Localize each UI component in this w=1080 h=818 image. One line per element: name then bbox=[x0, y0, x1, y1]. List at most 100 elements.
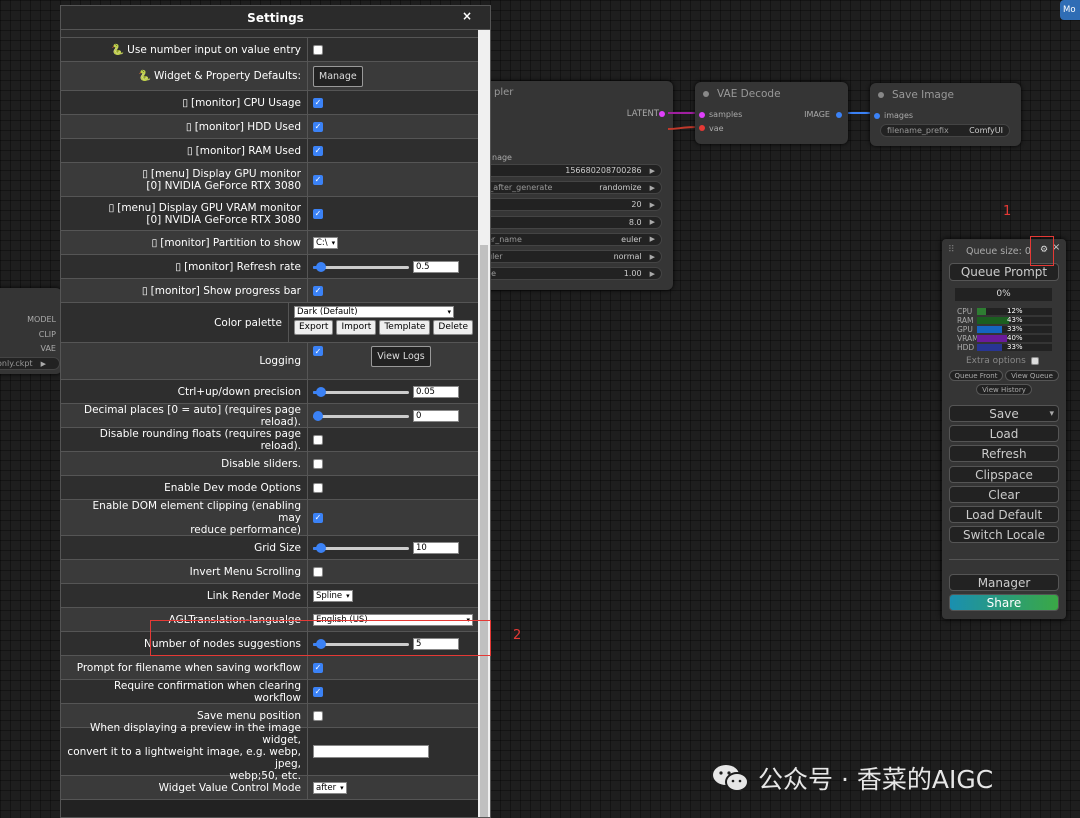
extra-options-checkbox[interactable] bbox=[1031, 357, 1039, 365]
scrollbar-thumb[interactable] bbox=[480, 245, 488, 817]
samples-slot-icon[interactable] bbox=[699, 112, 705, 118]
checkpoint-loader-node[interactable]: MODEL CLIP VAE only.ckpt ▶ bbox=[0, 288, 62, 374]
setting-label-text: Disable rounding floats (requires page r… bbox=[67, 428, 301, 452]
palette-delete-button[interactable]: Delete bbox=[433, 320, 473, 335]
image-slot-icon[interactable] bbox=[836, 112, 842, 118]
setting-checkbox[interactable] bbox=[313, 710, 323, 721]
settings-scrollbar[interactable] bbox=[478, 30, 490, 817]
monitor-bar: 33% bbox=[977, 343, 1052, 351]
mode-badge[interactable]: Mo bbox=[1060, 0, 1080, 20]
setting-select[interactable]: after ▾ bbox=[313, 781, 347, 794]
clear-button[interactable]: Clear bbox=[949, 486, 1059, 503]
setting-checkbox[interactable]: ✓ bbox=[313, 97, 323, 108]
manage-button[interactable]: Manage bbox=[313, 65, 363, 87]
chevron-down-icon[interactable]: ▾ bbox=[1049, 409, 1054, 419]
load-button[interactable]: Load bbox=[949, 425, 1059, 442]
slider-thumb[interactable] bbox=[315, 386, 326, 397]
setting-checkbox[interactable] bbox=[313, 566, 323, 577]
slider-thumb[interactable] bbox=[315, 261, 326, 272]
setting-checkbox[interactable]: ✓ bbox=[313, 121, 323, 132]
setting-label-text: Save menu position bbox=[197, 710, 301, 722]
palette-export-button[interactable]: Export bbox=[294, 320, 334, 335]
ksampler-widget[interactable]: uler normal ▶ bbox=[480, 250, 662, 263]
setting-select[interactable]: Spline ▾ bbox=[313, 589, 353, 602]
node-title: VAE Decode bbox=[717, 88, 781, 100]
images-slot-icon[interactable] bbox=[874, 113, 880, 119]
widget-label: er_name bbox=[487, 234, 522, 244]
ksampler-widget[interactable]: 156680208700286 ▶ bbox=[480, 164, 662, 177]
slider-number-input[interactable]: 0.5 bbox=[413, 260, 459, 273]
setting-label-text: Logging bbox=[259, 355, 301, 367]
setting-value bbox=[308, 38, 478, 61]
setting-select[interactable]: C:\ ▾ bbox=[313, 236, 339, 249]
slider-thumb[interactable] bbox=[313, 410, 323, 421]
setting-checkbox[interactable]: ✓ bbox=[313, 174, 323, 185]
setting-checkbox[interactable]: ✓ bbox=[313, 662, 323, 673]
monitor-bar-fill bbox=[977, 335, 1007, 342]
setting-checkbox[interactable]: ✓ bbox=[313, 512, 323, 523]
label-line: Ctrl+up/down precision bbox=[178, 386, 301, 398]
queue-front-button[interactable]: Queue Front bbox=[949, 370, 1003, 381]
setting-checkbox[interactable]: ✓ bbox=[313, 208, 323, 219]
setting-checkbox[interactable]: ✓ bbox=[313, 686, 323, 697]
ckpt-widget[interactable]: only.ckpt ▶ bbox=[0, 357, 60, 370]
slider-track bbox=[313, 265, 409, 269]
manager-button[interactable]: Manager bbox=[949, 574, 1059, 591]
load-default-button[interactable]: Load Default bbox=[949, 506, 1059, 523]
ksampler-node[interactable]: pler LATENT nage 156680208700286 ▶ l_after… bbox=[480, 81, 673, 290]
drag-handle-icon[interactable]: ⠿ bbox=[948, 245, 955, 255]
save-image-node[interactable]: Save Image images filename_prefix ComfyUI bbox=[870, 83, 1021, 146]
vae-decode-node[interactable]: VAE Decode samples vae IMAGE bbox=[695, 82, 848, 144]
node-collapse-icon[interactable] bbox=[703, 91, 709, 97]
label-text: [monitor] Show progress bar bbox=[150, 284, 301, 297]
switch-locale-button[interactable]: Switch Locale bbox=[949, 526, 1059, 543]
setting-slider[interactable] bbox=[313, 261, 409, 272]
setting-slider[interactable] bbox=[313, 386, 409, 397]
setting-checkbox[interactable] bbox=[313, 434, 323, 445]
annotation-box-1 bbox=[1030, 236, 1054, 266]
setting-row: Logging ✓ View Logs bbox=[61, 343, 479, 380]
ksampler-widget[interactable]: l_after_generate randomize ▶ bbox=[480, 181, 662, 195]
setting-value: Spline ▾ bbox=[308, 584, 478, 607]
monitor-bar: 12% bbox=[977, 307, 1052, 315]
setting-checkbox[interactable] bbox=[313, 458, 323, 469]
setting-checkbox[interactable] bbox=[313, 44, 323, 55]
palette-template-button[interactable]: Template bbox=[379, 320, 431, 335]
slider-number-input[interactable]: 0 bbox=[413, 409, 459, 422]
view-queue-button[interactable]: View Queue bbox=[1005, 370, 1059, 381]
refresh-button[interactable]: Refresh bbox=[949, 445, 1059, 462]
slider-number-input[interactable]: 0.05 bbox=[413, 385, 459, 398]
clipspace-button[interactable]: Clipspace bbox=[949, 466, 1059, 483]
slider-track bbox=[313, 390, 409, 394]
ksampler-widget[interactable]: se 1.00 ▶ bbox=[480, 267, 662, 281]
setting-checkbox[interactable]: ✓ bbox=[313, 285, 323, 296]
setting-checkbox[interactable] bbox=[313, 482, 323, 493]
slider-thumb[interactable] bbox=[315, 542, 326, 553]
view-logs-button[interactable]: View Logs bbox=[371, 346, 431, 367]
ksampler-widget[interactable]: 20 ▶ bbox=[480, 198, 662, 212]
filename-prefix-widget[interactable]: filename_prefix ComfyUI bbox=[880, 124, 1010, 137]
vae-slot-icon[interactable] bbox=[699, 125, 705, 131]
setting-checkbox[interactable]: ✓ bbox=[313, 346, 323, 356]
view-history-button[interactable]: View History bbox=[976, 384, 1032, 395]
palette-select[interactable]: Dark (Default) ▾ bbox=[294, 306, 454, 318]
setting-slider[interactable] bbox=[313, 542, 409, 553]
arrow-right-icon: ▶ bbox=[649, 183, 655, 192]
save-button[interactable]: Save ▾ bbox=[949, 405, 1059, 422]
setting-slider[interactable] bbox=[313, 410, 409, 421]
preview-format-input[interactable] bbox=[313, 745, 429, 758]
setting-label: ▯ [monitor] Refresh rate bbox=[61, 255, 308, 278]
monitor-icon: ▯ bbox=[108, 201, 115, 214]
close-icon[interactable]: × bbox=[462, 9, 472, 23]
ksampler-widget[interactable]: er_name euler ▶ bbox=[480, 232, 662, 246]
setting-row: Ctrl+up/down precision 0.05 bbox=[61, 380, 479, 404]
widget-label: l_after_generate bbox=[487, 183, 553, 193]
slider-number-input[interactable]: 10 bbox=[413, 541, 459, 554]
label-line: Color palette bbox=[214, 317, 282, 329]
ksampler-widget[interactable]: 8.0 ▶ bbox=[480, 215, 662, 229]
palette-import-button[interactable]: Import bbox=[336, 320, 377, 335]
setting-checkbox[interactable]: ✓ bbox=[313, 145, 323, 156]
share-button[interactable]: Share bbox=[949, 594, 1059, 611]
label-line: ▯ [monitor] RAM Used bbox=[187, 145, 301, 157]
node-collapse-icon[interactable] bbox=[878, 92, 884, 98]
